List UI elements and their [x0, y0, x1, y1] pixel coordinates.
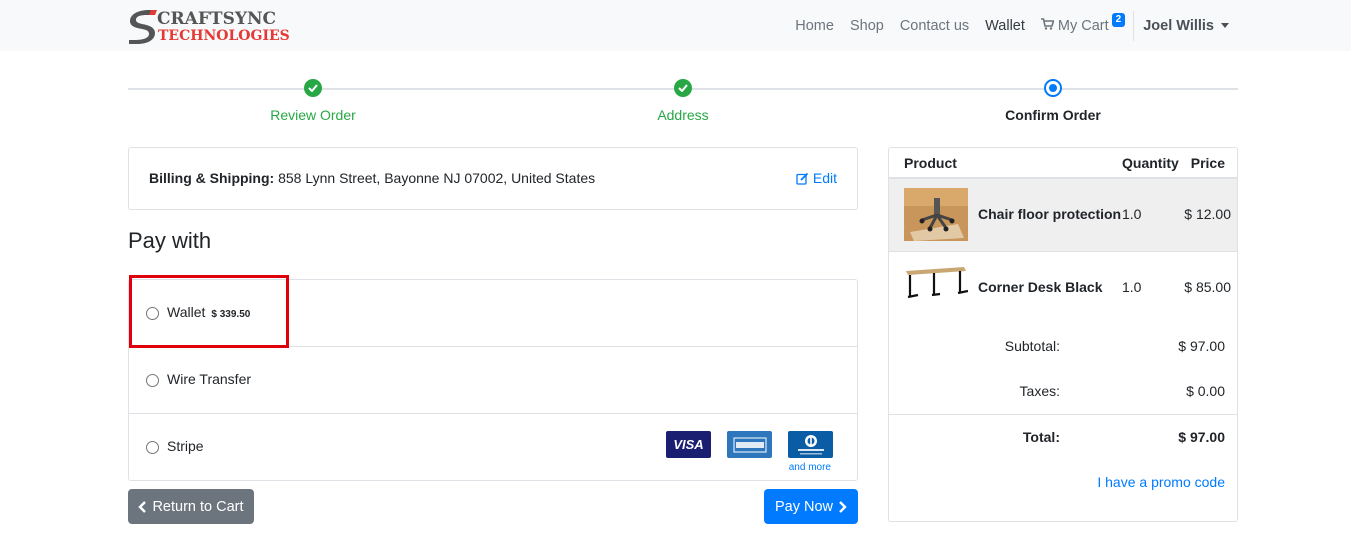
stripe-label: Stripe [167, 438, 204, 454]
header-price: Price [1190, 155, 1225, 171]
summary-item: Chair floor protection 1.0 $ 12.00 [889, 179, 1237, 252]
nav-shop[interactable]: Shop [850, 18, 884, 34]
corner-desk-image [904, 263, 969, 303]
stripe-radio[interactable] [146, 441, 159, 454]
step-label: Review Order [270, 107, 356, 123]
step-address[interactable]: Address [533, 79, 833, 123]
edit-label: Edit [812, 170, 837, 186]
wallet-highlight-box [129, 275, 289, 348]
chevron-left-icon [138, 500, 147, 513]
total-label: Total: [1022, 429, 1060, 445]
taxes-value: $ 0.00 [1186, 383, 1225, 399]
payment-option-wire-transfer[interactable]: Wire Transfer [129, 347, 857, 414]
user-menu[interactable]: Joel Willis [1143, 18, 1229, 34]
taxes-label: Taxes: [1019, 383, 1060, 399]
check-icon [304, 79, 322, 97]
nav-cart[interactable]: My Cart 2 [1040, 12, 1126, 34]
current-step-icon [1044, 79, 1062, 97]
total-divider [889, 414, 1237, 415]
brand-line2: TECHNOLOGIES [158, 28, 290, 44]
subtotal-label: Subtotal: [1004, 338, 1060, 354]
item-quantity: 1.0 [1122, 206, 1142, 222]
billing-shipping-address: Billing & Shipping: 858 Lynn Street, Bay… [149, 170, 595, 186]
user-name: Joel Willis [1143, 17, 1214, 34]
cart-icon [1040, 17, 1055, 34]
chair-floor-protection-image [904, 188, 968, 241]
item-price: $ 12.00 [1184, 206, 1231, 222]
return-to-cart-button[interactable]: Return to Cart [128, 489, 254, 524]
step-review-order[interactable]: Review Order [163, 79, 463, 123]
diners-club-logo [788, 431, 833, 458]
nav-contact[interactable]: Contact us [900, 18, 969, 34]
promo-code-link[interactable]: I have a promo code [1097, 474, 1225, 490]
total-value: $ 97.00 [1178, 429, 1225, 445]
brand-logo[interactable]: CRAFTSYNC TECHNOLOGIES [127, 7, 297, 45]
caret-down-icon [1221, 23, 1229, 28]
and-more-link[interactable]: and more [789, 462, 831, 473]
step-label: Confirm Order [1005, 107, 1101, 123]
header-product: Product [904, 155, 957, 171]
summary-header: Product Quantity Price [889, 148, 1237, 179]
header-quantity: Quantity [1122, 155, 1179, 171]
visa-logo: VISA [666, 431, 711, 458]
item-price: $ 85.00 [1184, 279, 1231, 295]
item-name[interactable]: Corner Desk Black [978, 279, 1103, 295]
step-confirm-order: Confirm Order [903, 79, 1203, 123]
amex-logo [727, 431, 772, 458]
address-value: 858 Lynn Street, Bayonne NJ 07002, Unite… [274, 170, 596, 186]
summary-item: Corner Desk Black 1.0 $ 85.00 [889, 252, 1237, 312]
chevron-right-icon [839, 500, 847, 513]
edit-address-link[interactable]: Edit [796, 170, 837, 186]
nav-wallet[interactable]: Wallet [985, 18, 1025, 34]
subtotal-value: $ 97.00 [1178, 338, 1225, 354]
address-label: Billing & Shipping: [149, 170, 275, 186]
navbar: CRAFTSYNC TECHNOLOGIES Home Shop Contact… [0, 0, 1351, 51]
payment-option-stripe[interactable]: Stripe VISA and more [129, 414, 857, 481]
nav-home[interactable]: Home [795, 18, 834, 34]
pay-with-heading: Pay with [128, 228, 212, 253]
wire-transfer-radio[interactable] [146, 374, 159, 387]
nav-divider [1133, 10, 1135, 41]
check-icon [674, 79, 692, 97]
pay-now-button[interactable]: Pay Now [764, 489, 858, 524]
wire-transfer-label: Wire Transfer [167, 371, 252, 387]
order-summary: Product Quantity Price Chair floor prote… [888, 147, 1238, 522]
edit-icon [796, 172, 809, 185]
item-name[interactable]: Chair floor protection [978, 206, 1121, 222]
item-quantity: 1.0 [1122, 279, 1142, 295]
pay-now-label: Pay Now [774, 498, 834, 515]
step-label: Address [657, 107, 709, 123]
cart-count-badge: 2 [1111, 12, 1126, 27]
nav-cart-label: My Cart [1057, 17, 1109, 34]
return-label: Return to Cart [152, 498, 244, 515]
address-card: Billing & Shipping: 858 Lynn Street, Bay… [128, 147, 858, 210]
brand-line1: CRAFTSYNC [157, 9, 276, 29]
